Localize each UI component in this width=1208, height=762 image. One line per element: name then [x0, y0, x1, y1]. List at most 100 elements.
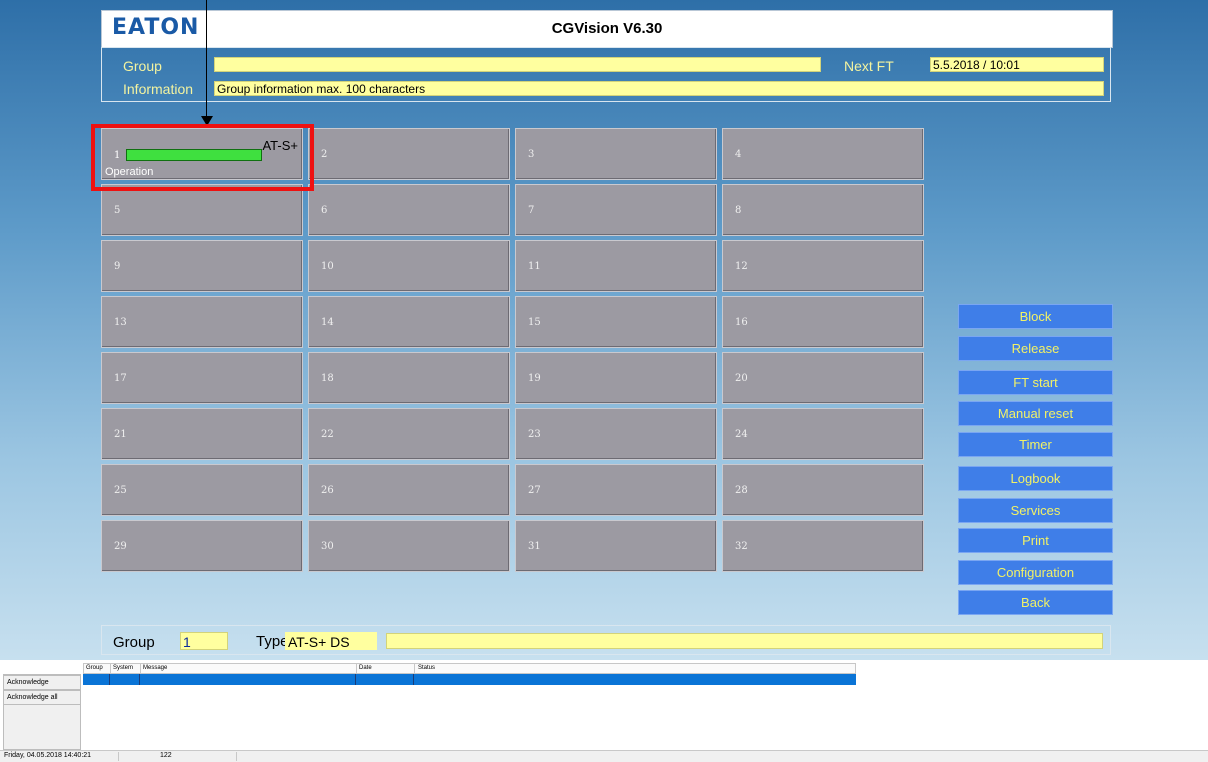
device-number: 28 — [735, 485, 748, 496]
device-cell-13[interactable]: 13 — [101, 296, 303, 348]
device-cell-19[interactable]: 19 — [515, 352, 717, 404]
device-number: 3 — [528, 149, 535, 160]
column-separator — [110, 664, 111, 673]
device-number: 11 — [528, 261, 541, 272]
header-bar: EATON CGVision V6.30 — [101, 10, 1113, 48]
device-number: 19 — [528, 373, 541, 384]
column-separator — [140, 664, 141, 673]
release-button[interactable]: Release — [958, 336, 1113, 361]
device-cell-12[interactable]: 12 — [722, 240, 924, 292]
highlight-box — [91, 124, 314, 191]
device-cell-17[interactable]: 17 — [101, 352, 303, 404]
device-cell-21[interactable]: 21 — [101, 408, 303, 460]
logbook-button[interactable]: Logbook — [958, 466, 1113, 491]
status-datetime: Friday, 04.05.2018 14:40:21 — [4, 752, 92, 759]
footer-type-label: Type — [256, 633, 289, 650]
device-cell-29[interactable]: 29 — [101, 520, 303, 572]
group-label: Group — [123, 58, 162, 74]
column-system[interactable]: System — [113, 664, 133, 673]
device-number: 27 — [528, 485, 541, 496]
device-number: 14 — [321, 317, 334, 328]
device-cell-26[interactable]: 26 — [308, 464, 510, 516]
device-cell-30[interactable]: 30 — [308, 520, 510, 572]
row-separator — [109, 674, 110, 685]
device-number: 2 — [321, 149, 328, 160]
print-button[interactable]: Print — [958, 528, 1113, 553]
footer-group-label: Group — [113, 634, 155, 651]
status-count: 122 — [160, 752, 172, 759]
device-number: 22 — [321, 429, 334, 440]
information-field[interactable]: Group information max. 100 characters — [214, 81, 1104, 96]
device-cell-14[interactable]: 14 — [308, 296, 510, 348]
device-number: 31 — [528, 541, 541, 552]
device-number: 6 — [321, 205, 328, 216]
device-cell-4[interactable]: 4 — [722, 128, 924, 180]
device-cell-18[interactable]: 18 — [308, 352, 510, 404]
device-cell-28[interactable]: 28 — [722, 464, 924, 516]
device-cell-16[interactable]: 16 — [722, 296, 924, 348]
device-cell-3[interactable]: 3 — [515, 128, 717, 180]
device-number: 29 — [114, 541, 127, 552]
device-cell-8[interactable]: 8 — [722, 184, 924, 236]
device-number: 32 — [735, 541, 748, 552]
alarm-selected-row[interactable] — [83, 674, 856, 685]
device-number: 21 — [114, 429, 127, 440]
app-title: CGVision V6.30 — [551, 20, 663, 37]
next-ft-label: Next FT — [844, 58, 894, 74]
acknowledge-button[interactable]: Acknowledge — [3, 675, 81, 690]
device-cell-10[interactable]: 10 — [308, 240, 510, 292]
configuration-button[interactable]: Configuration — [958, 560, 1113, 585]
information-label: Information — [123, 81, 194, 97]
device-cell-23[interactable]: 23 — [515, 408, 717, 460]
device-cell-7[interactable]: 7 — [515, 184, 717, 236]
row-separator — [355, 674, 356, 685]
device-cell-9[interactable]: 9 — [101, 240, 303, 292]
acknowledge-all-button[interactable]: Acknowledge all — [3, 690, 81, 705]
device-number: 5 — [114, 205, 121, 216]
alarm-table-header: Group System Message Date Status — [83, 663, 856, 674]
device-number: 18 — [321, 373, 334, 384]
device-cell-6[interactable]: 6 — [308, 184, 510, 236]
device-cell-27[interactable]: 27 — [515, 464, 717, 516]
footer-group-field: 1 — [180, 632, 228, 650]
timer-button[interactable]: Timer — [958, 432, 1113, 457]
services-button[interactable]: Services — [958, 498, 1113, 523]
device-cell-22[interactable]: 22 — [308, 408, 510, 460]
back-button[interactable]: Back — [958, 590, 1113, 615]
device-number: 20 — [735, 373, 748, 384]
device-number: 15 — [528, 317, 541, 328]
device-number: 13 — [114, 317, 127, 328]
device-cell-24[interactable]: 24 — [722, 408, 924, 460]
status-bar-bottom: Friday, 04.05.2018 14:40:21 122 — [0, 750, 1208, 762]
device-cell-5[interactable]: 5 — [101, 184, 303, 236]
column-separator — [414, 664, 415, 673]
device-number: 9 — [114, 261, 121, 272]
device-cell-25[interactable]: 25 — [101, 464, 303, 516]
device-number: 26 — [321, 485, 334, 496]
column-date[interactable]: Date — [359, 664, 372, 673]
column-group[interactable]: Group — [86, 664, 103, 673]
status-separator — [236, 752, 237, 761]
device-number: 17 — [114, 373, 127, 384]
footer-type-field: AT-S+ DS — [285, 632, 377, 650]
group-name-field[interactable] — [214, 57, 821, 72]
device-number: 4 — [735, 149, 742, 160]
footer-info-field — [386, 633, 1103, 649]
block-button[interactable]: Block — [958, 304, 1113, 329]
device-cell-20[interactable]: 20 — [722, 352, 924, 404]
device-cell-11[interactable]: 11 — [515, 240, 717, 292]
device-cell-32[interactable]: 32 — [722, 520, 924, 572]
device-number: 12 — [735, 261, 748, 272]
manual-reset-button[interactable]: Manual reset — [958, 401, 1113, 426]
device-cell-2[interactable]: 2 — [308, 128, 510, 180]
device-number: 16 — [735, 317, 748, 328]
device-grid: 1 AT-S+ Operation 2 3 4 5 6 7 8 9 10 11 … — [101, 128, 929, 574]
device-number: 24 — [735, 429, 748, 440]
column-status[interactable]: Status — [418, 664, 435, 673]
device-cell-31[interactable]: 31 — [515, 520, 717, 572]
device-number: 25 — [114, 485, 127, 496]
column-message[interactable]: Message — [143, 664, 167, 673]
device-number: 10 — [321, 261, 334, 272]
ft-start-button[interactable]: FT start — [958, 370, 1113, 395]
device-cell-15[interactable]: 15 — [515, 296, 717, 348]
